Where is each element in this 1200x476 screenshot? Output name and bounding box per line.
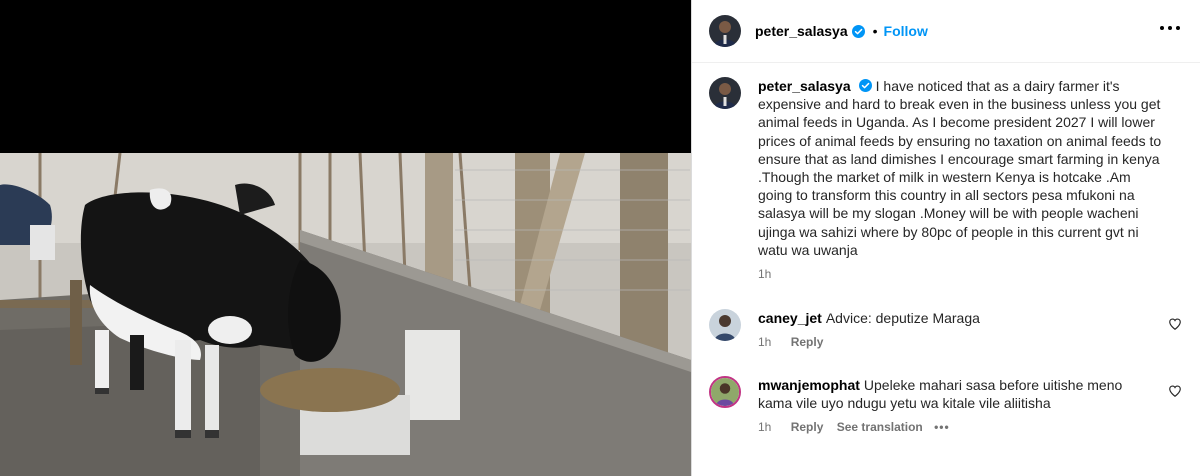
comment-meta: 1h Reply See translation ••• (758, 420, 1158, 434)
post-caption: peter_salasya I have noticed that as a da… (709, 77, 1184, 281)
author-username[interactable]: peter_salasya (755, 23, 848, 39)
verified-badge-icon (858, 79, 872, 92)
avatar[interactable] (709, 376, 741, 408)
reply-button[interactable]: Reply (791, 420, 824, 434)
comment-more-options-icon[interactable]: ••• (934, 420, 950, 434)
comment-text-block: caney_jet Advice: deputize Maraga (758, 309, 1158, 327)
post-media[interactable] (0, 0, 691, 476)
comment-text-block: mwanjemophat Upeleke mahari sasa before u… (758, 376, 1158, 412)
comment-username[interactable]: caney_jet (758, 310, 822, 326)
avatar[interactable] (709, 15, 741, 47)
comment-text: Advice: deputize Maraga (825, 310, 980, 326)
comment-item: mwanjemophat Upeleke mahari sasa before u… (709, 376, 1184, 434)
heart-icon[interactable] (1168, 317, 1182, 331)
heart-icon[interactable] (1168, 384, 1182, 398)
avatar[interactable] (709, 77, 741, 109)
more-options-icon[interactable] (1158, 20, 1182, 42)
post-header: peter_salasya • Follow (692, 0, 1200, 63)
caption-meta: 1h (758, 267, 1168, 281)
post-side-panel: peter_salasya • Follow peter_salasya I ha… (691, 0, 1200, 476)
comment-meta: 1h Reply (758, 335, 1158, 349)
see-translation-button[interactable]: See translation (837, 420, 923, 434)
caption-username[interactable]: peter_salasya (758, 78, 851, 94)
caption-time[interactable]: 1h (758, 267, 771, 281)
avatar[interactable] (709, 309, 741, 341)
verified-badge-icon (851, 24, 865, 38)
separator-dot: • (872, 23, 878, 39)
cow-photo (0, 0, 691, 476)
comment-time[interactable]: 1h (758, 335, 771, 349)
caption-text-block: peter_salasya I have noticed that as a da… (758, 77, 1168, 259)
comment-item: caney_jet Advice: deputize Maraga 1h Repl… (709, 309, 1184, 349)
comment-username[interactable]: mwanjemophat (758, 377, 860, 393)
reply-button[interactable]: Reply (791, 335, 824, 349)
comment-time[interactable]: 1h (758, 420, 771, 434)
follow-button[interactable]: Follow (884, 23, 928, 39)
caption-text: I have noticed that as a dairy farmer it… (758, 78, 1162, 258)
